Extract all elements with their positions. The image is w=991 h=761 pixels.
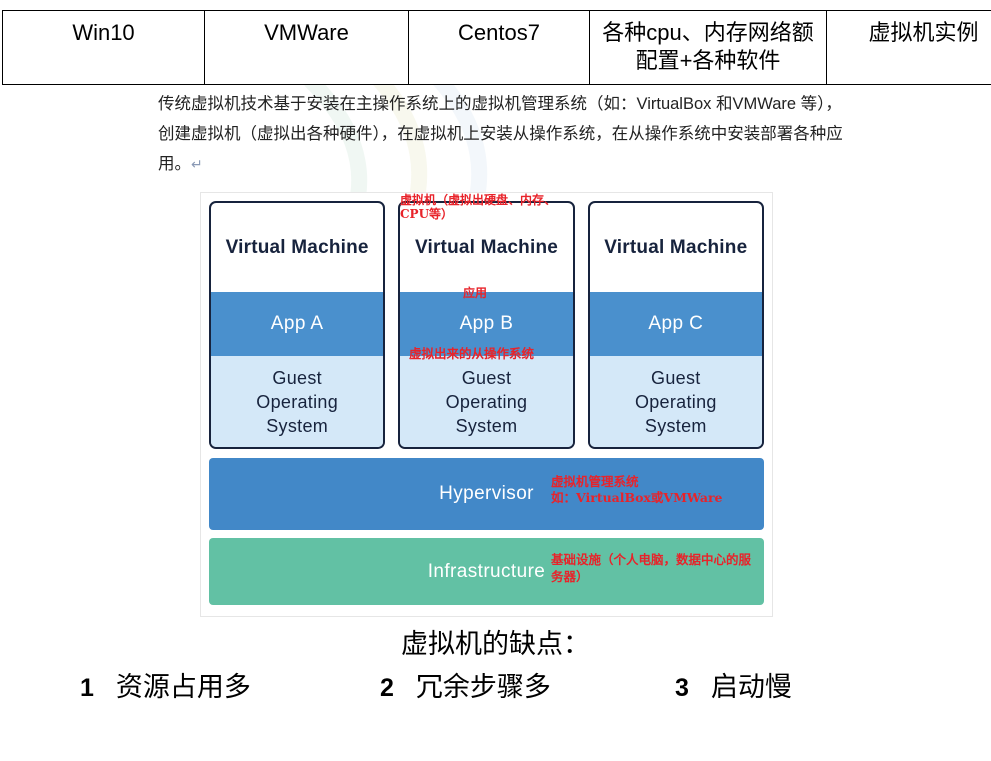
pilcrow-mark: ↵ (191, 156, 203, 172)
disadvantages-title: 虚拟机的缺点： (401, 629, 590, 659)
list-item-1-text: 资源占用多 (115, 672, 251, 702)
list-item-2-number: 2 (380, 674, 394, 702)
table-cell-os: Win10 (2, 10, 205, 85)
hypervisor-label: Hypervisor (439, 483, 534, 504)
list-item-3-text: 启动慢 (710, 672, 792, 702)
annotation-application: 应用 (463, 286, 488, 300)
disadvantages-list: 1 资源占用多 2 冗余步骤多 3 启动慢 (80, 665, 920, 704)
table-cell-hardware-config: 各种cpu、内存网络额配置+各种软件 (589, 10, 827, 85)
annotation-vm-hardware: 虚拟机（虚拟出硬盘、内存、CPU等） (400, 193, 557, 221)
virtual-machine-row: Virtual Machine App A Guest Operating Sy… (209, 201, 764, 449)
table-row: Win10 VMWare Centos7 各种cpu、内存网络额配置+各种软件 … (2, 10, 991, 85)
list-item-2: 2 冗余步骤多 (380, 665, 675, 704)
list-item-2-text: 冗余步骤多 (415, 672, 551, 702)
list-item-1-number: 1 (80, 674, 94, 702)
vm-spec-table: Win10 VMWare Centos7 各种cpu、内存网络额配置+各种软件 … (2, 10, 991, 85)
vm-guest-os-b: Guest Operating System (400, 356, 573, 447)
vm-guest-os-a: Guest Operating System (211, 356, 384, 447)
list-item-1: 1 资源占用多 (80, 665, 380, 704)
virtual-machine-box-b: Virtual Machine App B Guest Operating Sy… (398, 201, 575, 449)
virtual-machine-box-a: Virtual Machine App A Guest Operating Sy… (209, 201, 386, 449)
table-cell-hypervisor: VMWare (204, 10, 409, 85)
list-item-3-number: 3 (675, 674, 689, 702)
vm-title-a: Virtual Machine (225, 236, 369, 258)
vm-guest-os-c: Guest Operating System (589, 356, 762, 447)
vm-app-a: App A (211, 292, 384, 356)
intro-text: 传统虚拟机技术基于安装在主操作系统上的虚拟机管理系统（如：VirtualBox … (158, 95, 843, 173)
annotation-guest-os: 虚拟出来的从操作系统 (409, 346, 535, 361)
list-item-3: 3 启动慢 (675, 665, 915, 704)
intro-paragraph: 传统虚拟机技术基于安装在主操作系统上的虚拟机管理系统（如：VirtualBox … (158, 89, 848, 179)
table-cell-guest-os: Centos7 (408, 10, 590, 85)
table-cell-vm-instance: 虚拟机实例 (826, 10, 991, 85)
virtual-machine-box-c: Virtual Machine App C Guest Operating Sy… (587, 201, 764, 449)
infrastructure-label: Infrastructure (427, 560, 546, 582)
vm-title-c: Virtual Machine (604, 236, 748, 258)
annotation-infrastructure: 基础设施（个人电脑，数据中心的服务器） (551, 552, 752, 584)
vm-app-c: App C (589, 292, 762, 356)
annotation-hypervisor: 虚拟机管理系统 如：VirtualBox或VMWare (551, 474, 723, 505)
